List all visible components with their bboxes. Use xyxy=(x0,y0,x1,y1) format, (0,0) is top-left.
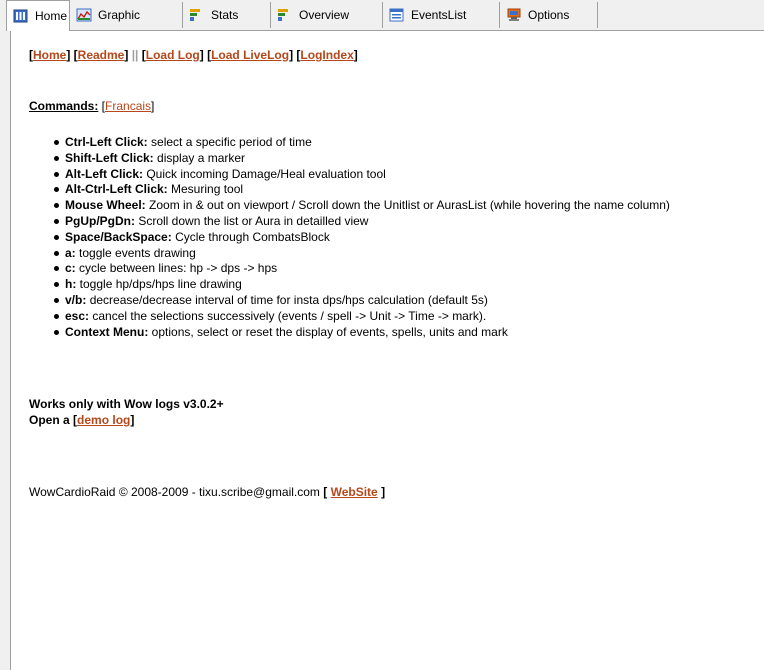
tab-eventslist[interactable]: EventsList xyxy=(383,2,500,28)
list-item: Alt-Left Click: Quick incoming Damage/He… xyxy=(53,167,733,183)
list-item: PgUp/PgDn: Scroll down the list or Aura … xyxy=(53,214,733,230)
nav-links: [Home] [Readme] || [Load Log] [Load Live… xyxy=(29,48,358,62)
tab-overview-label: Overview xyxy=(299,8,350,22)
tab-home[interactable]: Home xyxy=(6,0,70,31)
options-icon xyxy=(506,8,522,22)
tab-stats-label: Stats xyxy=(211,8,239,22)
tab-options-label: Options xyxy=(528,8,570,22)
works-line: Works only with Wow logs v3.0.2+ xyxy=(29,397,224,411)
logindex-link[interactable]: LogIndex xyxy=(300,48,353,62)
tab-options[interactable]: Options xyxy=(500,2,598,28)
overview-icon xyxy=(277,8,293,22)
tab-home-label: Home xyxy=(35,9,68,23)
list-item: Mouse Wheel: Zoom in & out on viewport /… xyxy=(53,198,733,214)
works-note: Works only with Wow logs v3.0.2+ Open a … xyxy=(29,396,224,428)
footer-text: WowCardioRaid © 2008-2009 - tixu.scribe@… xyxy=(29,485,320,499)
demo-log-link[interactable]: demo log xyxy=(77,413,130,427)
list-item: esc: cancel the selections successively … xyxy=(53,309,733,325)
list-item: Ctrl-Left Click: select a specific perio… xyxy=(53,135,733,151)
list-item: v/b: decrease/decrease interval of time … xyxy=(53,293,733,309)
list-item: Space/BackSpace: Cycle through CombatsBl… xyxy=(53,230,733,246)
tab-bar: Home Graphic Stats Overview EventsList O… xyxy=(0,0,764,31)
footer: WowCardioRaid © 2008-2009 - tixu.scribe@… xyxy=(29,485,386,499)
list-item: Alt-Ctrl-Left Click: Mesuring tool xyxy=(53,182,733,198)
list-item: h: toggle hp/dps/hps line drawing xyxy=(53,277,733,293)
commands-title: Commands: xyxy=(29,99,99,113)
tab-stats[interactable]: Stats xyxy=(183,2,271,28)
graphic-icon xyxy=(76,8,92,22)
home-link[interactable]: Home xyxy=(33,48,66,62)
list-item: a: toggle events drawing xyxy=(53,246,733,262)
commands-list: Ctrl-Left Click: select a specific perio… xyxy=(53,135,733,340)
home-panel: [Home] [Readme] || [Load Log] [Load Live… xyxy=(10,30,764,670)
nav-separator: || xyxy=(131,48,139,62)
tab-graphic[interactable]: Graphic xyxy=(70,2,183,28)
readme-link[interactable]: Readme xyxy=(78,48,125,62)
list-item: Context Menu: options, select or reset t… xyxy=(53,325,733,341)
commands-heading: Commands: [Francais] xyxy=(29,99,155,113)
tab-overview[interactable]: Overview xyxy=(271,2,383,28)
open-demo-line: Open a [demo log] xyxy=(29,413,135,427)
load-livelog-link[interactable]: Load LiveLog xyxy=(211,48,289,62)
eventslist-icon xyxy=(389,8,405,22)
website-link[interactable]: WebSite xyxy=(331,485,378,499)
stats-icon xyxy=(189,8,205,22)
list-item: Shift-Left Click: display a marker xyxy=(53,151,733,167)
francais-link[interactable]: Francais xyxy=(105,99,151,113)
home-icon xyxy=(13,9,29,23)
list-item: c: cycle between lines: hp -> dps -> hps xyxy=(53,261,733,277)
tab-eventslist-label: EventsList xyxy=(411,8,467,22)
tab-graphic-label: Graphic xyxy=(98,8,141,22)
load-log-link[interactable]: Load Log xyxy=(146,48,200,62)
